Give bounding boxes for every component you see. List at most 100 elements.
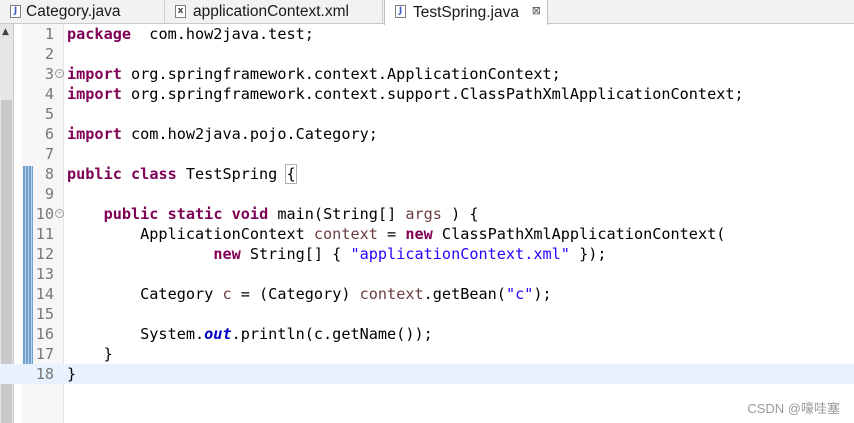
java-file-icon: J xyxy=(395,5,406,18)
code-token: String[] { xyxy=(240,245,351,263)
line-number: 14 xyxy=(35,285,54,303)
code-token: Category xyxy=(67,285,223,303)
tab-label: Category.java xyxy=(26,3,121,20)
code-line[interactable]: 17 } xyxy=(0,344,854,364)
tab-label: applicationContext.xml xyxy=(193,3,349,20)
close-icon[interactable]: ⊠ xyxy=(532,4,541,17)
code-line[interactable]: 4 import org.springframework.context.supp… xyxy=(0,84,854,104)
tab-application-context-xml[interactable]: x applicationContext.xml xyxy=(165,0,383,24)
code-token: import xyxy=(67,65,122,83)
code-line[interactable]: 14 Category c = (Category) context.getBe… xyxy=(0,284,854,304)
line-number: 10 xyxy=(35,205,54,223)
code-token: .getBean( xyxy=(423,285,506,303)
code-line[interactable]: 16 System.out.println(c.getName()); xyxy=(0,324,854,344)
code-token: new xyxy=(213,245,241,263)
code-token: void xyxy=(231,205,269,223)
line-number: 17 xyxy=(35,345,54,363)
code-token: ); xyxy=(533,285,552,303)
code-token: context xyxy=(313,225,378,243)
watermark: CSDN @嚎哇塞 xyxy=(747,401,840,416)
code-text: new String[] { "applicationContext.xml" … xyxy=(67,244,607,264)
line-number: 4 xyxy=(44,85,54,103)
line-number: 5 xyxy=(44,105,54,123)
tab-testspring-java[interactable]: J TestSpring.java ⊠ xyxy=(384,0,548,25)
code-line[interactable]: 18} xyxy=(0,364,854,384)
code-token: ) { xyxy=(441,205,479,223)
code-line[interactable]: 2 xyxy=(0,44,854,64)
code-token: "applicationContext.xml" xyxy=(350,245,570,263)
code-line[interactable]: 11 ApplicationContext context = new Clas… xyxy=(0,224,854,244)
code-token: { xyxy=(285,164,297,184)
code-text: public class TestSpring { xyxy=(67,164,297,184)
fold-toggle-icon[interactable]: - xyxy=(55,69,64,78)
code-token: static xyxy=(167,205,223,223)
line-number: 8 xyxy=(44,165,54,183)
code-token: TestSpring xyxy=(176,165,287,183)
code-token: c xyxy=(222,285,232,303)
code-line[interactable]: 15 xyxy=(0,304,854,324)
code-text: } xyxy=(67,364,76,384)
code-token: } xyxy=(67,365,77,383)
fold-toggle-icon[interactable]: - xyxy=(55,209,64,218)
code-token: = (Category) xyxy=(231,285,360,303)
code-line[interactable]: 7 xyxy=(0,144,854,164)
code-line[interactable]: 3- import org.springframework.context.App… xyxy=(0,64,854,84)
code-token: public xyxy=(67,165,122,183)
code-token: ClassPathXmlApplicationContext( xyxy=(432,225,726,243)
code-text: } xyxy=(67,344,113,364)
code-token: import xyxy=(67,125,122,143)
code-line[interactable]: 12 new String[] { "applicationContext.xm… xyxy=(0,244,854,264)
code-token: "c" xyxy=(505,285,534,303)
editor-tab-bar: J Category.java x applicationContext.xml… xyxy=(0,0,854,25)
line-number: 3 xyxy=(44,65,54,83)
code-token: com.how2java.test; xyxy=(131,25,314,43)
code-token: new xyxy=(405,225,433,243)
code-text: import org.springframework.context.Appli… xyxy=(67,64,561,84)
java-file-icon: J xyxy=(10,5,21,18)
code-text: import com.how2java.pojo.Category; xyxy=(67,124,378,144)
code-token: context xyxy=(359,285,424,303)
line-number: 13 xyxy=(35,265,54,283)
line-number: 1 xyxy=(44,25,54,43)
tab-label: TestSpring.java xyxy=(413,3,519,21)
code-text: ApplicationContext context = new ClassPa… xyxy=(67,224,725,244)
code-line[interactable]: 9 xyxy=(0,184,854,204)
code-line[interactable]: 10- public static void main(String[] arg… xyxy=(0,204,854,224)
code-line[interactable]: 6 import com.how2java.pojo.Category; xyxy=(0,124,854,144)
code-token: org.springframework.context.support.Clas… xyxy=(121,85,744,103)
line-number: 12 xyxy=(35,245,54,263)
code-token: } xyxy=(67,345,113,363)
line-number: 9 xyxy=(44,185,54,203)
code-line[interactable]: 8 public class TestSpring { xyxy=(0,164,854,184)
line-number: 11 xyxy=(35,225,54,243)
code-line[interactable]: 1 package com.how2java.test; xyxy=(0,24,854,44)
code-token: public xyxy=(103,205,159,223)
code-token: = xyxy=(377,225,406,243)
code-token: import xyxy=(67,85,122,103)
xml-file-icon: x xyxy=(175,5,186,18)
code-text: Category c = (Category) context.getBean(… xyxy=(67,284,552,304)
code-token: System. xyxy=(67,325,205,343)
code-token: out xyxy=(204,325,232,343)
line-number: 6 xyxy=(44,125,54,143)
code-line[interactable]: 5 xyxy=(0,104,854,124)
tab-category-java[interactable]: J Category.java xyxy=(0,0,165,24)
code-token: ApplicationContext xyxy=(67,225,314,243)
code-token: }); xyxy=(569,245,607,263)
line-number: 16 xyxy=(35,325,54,343)
line-number: 18 xyxy=(35,365,54,383)
code-token: package xyxy=(67,25,132,43)
code-text: import org.springframework.context.suppo… xyxy=(67,84,744,104)
code-line[interactable]: 13 xyxy=(0,264,854,284)
line-number: 7 xyxy=(44,145,54,163)
code-token: main(String[] xyxy=(268,205,406,223)
code-text: package com.how2java.test; xyxy=(67,24,314,44)
code-text: System.out.println(c.getName()); xyxy=(67,324,433,344)
line-number: 15 xyxy=(35,305,54,323)
code-token: args xyxy=(405,205,442,223)
